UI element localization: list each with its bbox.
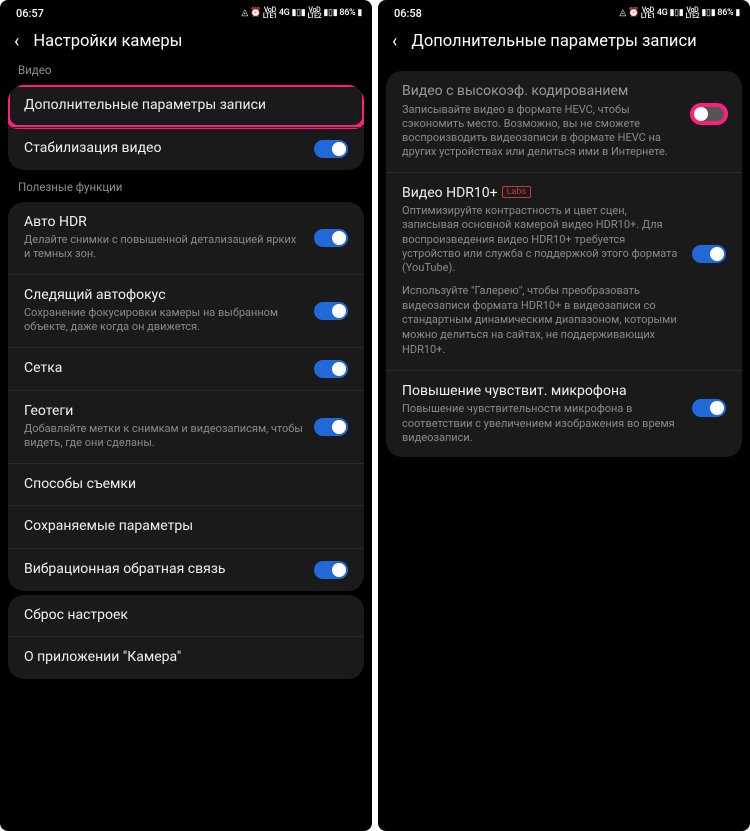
toggle-geotags[interactable] [314, 418, 348, 436]
toggle-mic-zoom[interactable] [692, 399, 726, 417]
row-geotags[interactable]: Геотеги Добавляйте метки к снимкам и вид… [8, 390, 364, 463]
page-title: Настройки камеры [33, 32, 182, 51]
row-title: О приложении "Камера" [24, 649, 348, 667]
row-title: Видео с высокоэф. кодированием [402, 83, 682, 101]
section-label-useful: Полезные функции [0, 174, 372, 198]
row-hevc[interactable]: Видео с высокоэф. кодированием Записывай… [386, 71, 742, 172]
status-bar: 06:57 ◬⏰ VoDLTE14G▮▯▮ VoDLTE2▮▯▮ 86%▮ [0, 0, 372, 22]
page-title: Дополнительные параметры записи [411, 32, 696, 51]
row-about-camera[interactable]: О приложении "Камера" [8, 636, 364, 679]
row-title: Видео HDR10+Labs [402, 185, 682, 203]
toggle-auto-hdr[interactable] [314, 229, 348, 247]
status-time: 06:57 [16, 7, 44, 20]
group-video: Дополнительные параметры записи Стабилиз… [8, 85, 364, 170]
row-subtitle: Повышение чувствительности микрофона в с… [402, 402, 682, 445]
toggle-tracking-af[interactable] [314, 302, 348, 320]
row-video-stabilization[interactable]: Стабилизация видео [8, 127, 364, 170]
row-title: Авто HDR [24, 214, 304, 232]
row-reset-settings[interactable]: Сброс настроек [8, 595, 364, 637]
row-subtitle-2: Используйте "Галерею", чтобы преобразова… [402, 284, 682, 358]
row-title: Следящий автофокус [24, 287, 304, 305]
section-label-video: Видео [0, 63, 372, 81]
row-title: Способы съемки [24, 476, 348, 494]
row-title: Повышение чувствит. микрофона [402, 383, 682, 401]
labs-badge: Labs [502, 186, 531, 198]
phone-left: 06:57 ◬⏰ VoDLTE14G▮▯▮ VoDLTE2▮▯▮ 86%▮ ‹ … [0, 0, 372, 831]
row-subtitle: Делайте снимки с повышенной детализацией… [24, 233, 304, 262]
row-shooting-methods[interactable]: Способы съемки [8, 463, 364, 506]
row-title: Сохраняемые параметры [24, 518, 348, 536]
row-subtitle: Сохранение фокусировки камеры на выбранн… [24, 306, 304, 335]
status-icons: ◬⏰ VoDLTE14G▮▯▮ VoDLTE2▮▯▮ 86%▮ [619, 7, 740, 20]
row-title: Сетка [24, 360, 304, 378]
status-icons: ◬⏰ VoDLTE14G▮▯▮ VoDLTE2▮▯▮ 86%▮ [241, 7, 362, 20]
row-hdr10[interactable]: Видео HDR10+Labs Оптимизируйте контрастн… [386, 172, 742, 370]
page-header: ‹ Дополнительные параметры записи [378, 22, 750, 63]
back-icon[interactable]: ‹ [14, 33, 19, 51]
toggle-hdr10[interactable] [692, 245, 726, 263]
row-title: Сброс настроек [24, 607, 348, 625]
status-time: 06:58 [394, 7, 422, 20]
row-title: Вибрационная обратная связь [24, 561, 304, 579]
toggle-vibration[interactable] [314, 561, 348, 579]
page-header: ‹ Настройки камеры [0, 22, 372, 63]
toggle-hevc[interactable] [692, 105, 726, 123]
row-subtitle: Записывайте видео в формате HEVC, чтобы … [402, 103, 682, 160]
row-advanced-recording[interactable]: Дополнительные параметры записи [8, 85, 364, 127]
row-title: Стабилизация видео [24, 140, 304, 158]
status-bar: 06:58 ◬⏰ VoDLTE14G▮▯▮ VoDLTE2▮▯▮ 86%▮ [378, 0, 750, 22]
row-grid[interactable]: Сетка [8, 347, 364, 390]
row-subtitle-1: Оптимизируйте контрастность и цвет сцен,… [402, 204, 682, 275]
phone-right: 06:58 ◬⏰ VoDLTE14G▮▯▮ VoDLTE2▮▯▮ 86%▮ ‹ … [378, 0, 750, 831]
row-subtitle: Добавляйте метки к снимкам и видеозапися… [24, 422, 304, 451]
row-saved-settings[interactable]: Сохраняемые параметры [8, 505, 364, 548]
row-title: Геотеги [24, 403, 304, 421]
row-mic-zoom[interactable]: Повышение чувствит. микрофона Повышение … [386, 370, 742, 457]
back-icon[interactable]: ‹ [392, 33, 397, 51]
toggle-grid[interactable] [314, 360, 348, 378]
row-auto-hdr[interactable]: Авто HDR Делайте снимки с повышенной дет… [8, 202, 364, 274]
row-title: Дополнительные параметры записи [24, 97, 348, 115]
group-useful: Авто HDR Делайте снимки с повышенной дет… [8, 202, 364, 591]
row-vibration-feedback[interactable]: Вибрационная обратная связь [8, 548, 364, 591]
row-tracking-af[interactable]: Следящий автофокус Сохранение фокусировк… [8, 274, 364, 347]
group-advanced-recording: Видео с высокоэф. кодированием Записывай… [386, 71, 742, 457]
toggle-stabilization[interactable] [314, 140, 348, 158]
group-footer: Сброс настроек О приложении "Камера" [8, 595, 364, 679]
